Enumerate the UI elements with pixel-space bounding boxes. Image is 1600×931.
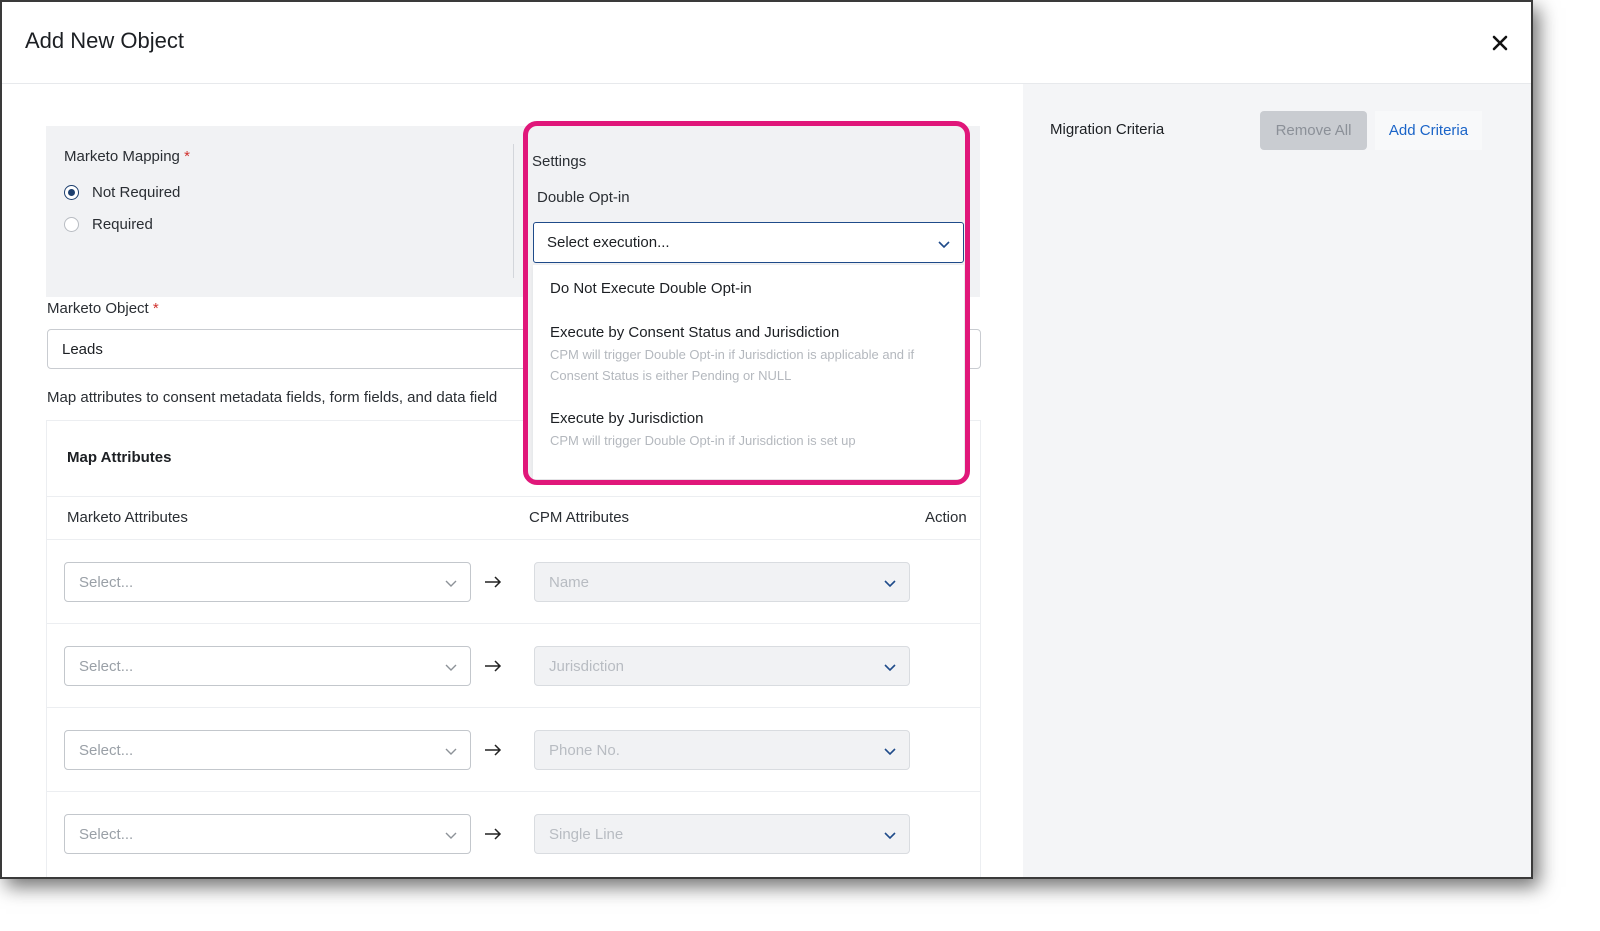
- divider: [47, 791, 980, 792]
- divider: [47, 496, 980, 497]
- section-divider: [513, 144, 514, 278]
- marketo-object-value: Leads: [62, 340, 103, 358]
- chevron-down-icon: [884, 748, 896, 756]
- column-header-cpm: CPM Attributes: [529, 509, 630, 526]
- option-description: CPM will trigger Double Opt-in if Jurisd…: [550, 433, 856, 448]
- marketo-object-label-text: Marketo Object: [47, 300, 149, 317]
- cpm-attribute-select[interactable]: Jurisdiction: [534, 646, 910, 686]
- add-object-modal: Add New Object Migration Criteria Remove…: [0, 0, 1533, 879]
- modal-header: Add New Object: [2, 2, 1531, 84]
- marketo-attribute-select[interactable]: Select...: [64, 562, 471, 602]
- radio-unselected-icon[interactable]: [64, 217, 79, 232]
- double-optin-label: Double Opt-in: [537, 189, 630, 206]
- select-placeholder: Select...: [79, 825, 134, 843]
- migration-criteria-title: Migration Criteria: [1050, 121, 1165, 138]
- map-attributes-card: Map Attributes Marketo Attributes CPM At…: [46, 420, 981, 877]
- add-criteria-button[interactable]: Add Criteria: [1375, 111, 1482, 150]
- option-do-not-execute[interactable]: Do Not Execute Double Opt-in: [550, 280, 950, 297]
- select-placeholder: Select...: [79, 573, 134, 591]
- marketo-attribute-select[interactable]: Select...: [64, 814, 471, 854]
- arrow-right-icon: [485, 576, 502, 588]
- close-button[interactable]: [1487, 30, 1513, 56]
- marketo-mapping-label-text: Marketo Mapping: [64, 148, 180, 165]
- select-placeholder: Select...: [79, 741, 134, 759]
- option-title: Execute by Consent Status and Jurisdicti…: [550, 324, 840, 341]
- radio-required[interactable]: Required: [64, 216, 153, 233]
- execution-select-placeholder: Select execution...: [547, 234, 670, 251]
- execution-select[interactable]: Select execution...: [533, 222, 964, 263]
- select-value: Name: [549, 573, 590, 591]
- radio-not-required[interactable]: Not Required: [64, 184, 180, 201]
- remove-all-button[interactable]: Remove All: [1260, 111, 1367, 150]
- marketo-attribute-select[interactable]: Select...: [64, 730, 471, 770]
- arrow-right-icon: [485, 744, 502, 756]
- marketo-object-label: Marketo Object *: [47, 300, 159, 317]
- column-header-action: Action: [925, 509, 967, 526]
- settings-label: Settings: [532, 153, 587, 170]
- select-placeholder: Select...: [79, 657, 134, 675]
- chevron-down-icon: [884, 580, 896, 588]
- marketo-attribute-select[interactable]: Select...: [64, 646, 471, 686]
- radio-selected-icon[interactable]: [64, 185, 79, 200]
- column-header-marketo: Marketo Attributes: [67, 509, 188, 526]
- chevron-down-icon: [445, 748, 457, 755]
- option-consent-and-jurisdiction[interactable]: Execute by Consent Status and Jurisdicti…: [550, 324, 950, 386]
- divider: [47, 707, 980, 708]
- select-value: Jurisdiction: [549, 657, 625, 675]
- option-by-jurisdiction[interactable]: Execute by Jurisdiction CPM will trigger…: [550, 410, 950, 451]
- cpm-attribute-select[interactable]: Name: [534, 562, 910, 602]
- marketo-mapping-label: Marketo Mapping *: [64, 148, 190, 165]
- chevron-down-icon: [884, 832, 896, 840]
- radio-label: Required: [92, 216, 153, 233]
- cpm-attribute-select[interactable]: Single Line: [534, 814, 910, 854]
- chevron-down-icon: [884, 664, 896, 672]
- arrow-right-icon: [485, 828, 502, 840]
- migration-criteria-panel: Migration Criteria Remove All Add Criter…: [1023, 84, 1531, 877]
- select-value: Single Line: [549, 825, 624, 843]
- option-title: Do Not Execute Double Opt-in: [550, 280, 752, 297]
- close-icon: [1492, 35, 1508, 51]
- modal-title: Add New Object: [25, 28, 184, 53]
- chevron-down-icon: [445, 832, 457, 839]
- settings-highlight: Settings Double Opt-in Select execution.…: [523, 121, 970, 485]
- cpm-attribute-select[interactable]: Phone No.: [534, 730, 910, 770]
- divider: [47, 623, 980, 624]
- chevron-down-icon: [445, 580, 457, 587]
- select-value: Phone No.: [549, 741, 620, 759]
- divider: [47, 539, 980, 540]
- arrow-right-icon: [485, 660, 502, 672]
- option-description: CPM will trigger Double Opt-in if Jurisd…: [550, 347, 915, 383]
- option-title: Execute by Jurisdiction: [550, 410, 704, 427]
- execution-dropdown-menu: Do Not Execute Double Opt-in Execute by …: [533, 265, 964, 479]
- map-attributes-title: Map Attributes: [67, 449, 172, 466]
- required-mark: *: [184, 148, 190, 165]
- chevron-down-icon: [445, 664, 457, 671]
- radio-label: Not Required: [92, 184, 181, 201]
- required-mark: *: [152, 300, 159, 317]
- chevron-down-icon: [938, 241, 950, 249]
- map-attributes-help-text: Map attributes to consent metadata field…: [47, 389, 498, 406]
